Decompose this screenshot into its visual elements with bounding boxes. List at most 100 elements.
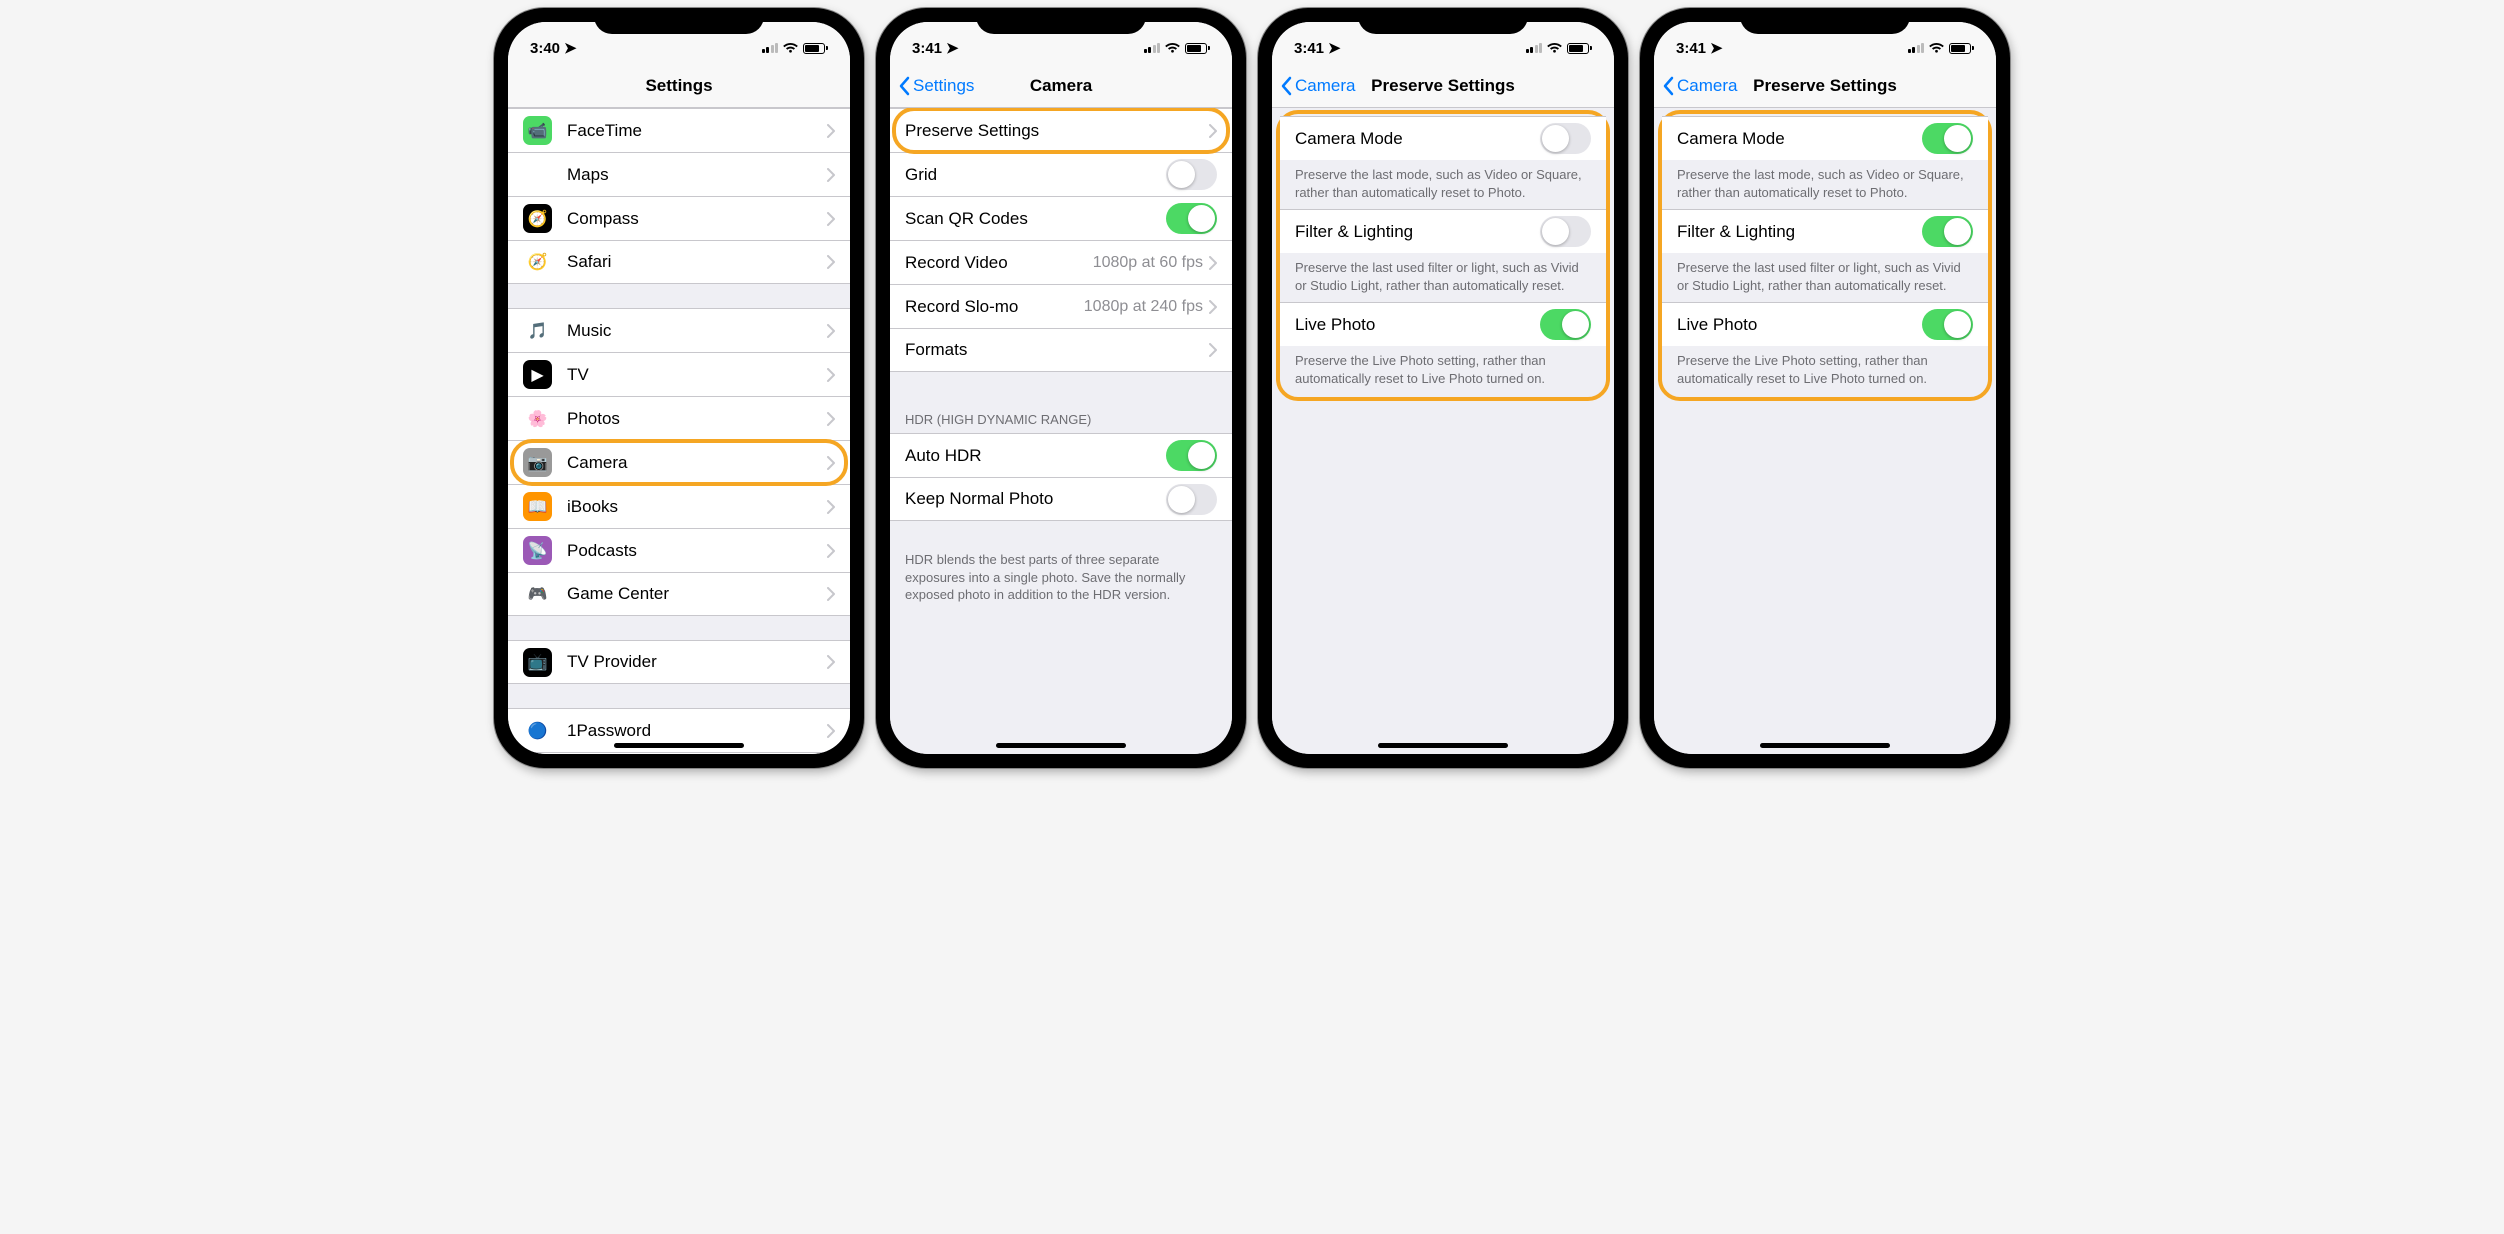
home-indicator[interactable] [996,743,1126,748]
chevron-right-icon [827,655,835,669]
settings-row-maps[interactable]: 🗺 Maps [508,152,850,196]
nav-bar: Camera Preserve Settings [1654,64,1996,108]
camera-row-record-video[interactable]: Record Video1080p at 60 fps [890,240,1232,284]
back-button[interactable]: Settings [898,76,974,96]
chevron-right-icon [827,124,835,138]
section-footer: Preserve the last mode, such as Video or… [1280,160,1606,209]
toggle-switch[interactable] [1540,216,1591,247]
chevron-right-icon [827,324,835,338]
preserve-row-camera-mode[interactable]: Camera Mode [1280,116,1606,160]
row-label: Camera Mode [1295,129,1540,149]
toggle-switch[interactable] [1166,159,1217,190]
home-indicator[interactable] [1760,743,1890,748]
chevron-right-icon [827,587,835,601]
settings-row-camera[interactable]: 📷Camera [508,440,850,484]
nav-title: Settings [645,76,712,96]
row-label: Compass [567,209,827,229]
chevron-left-icon [898,76,910,96]
settings-row-safari[interactable]: 🧭Safari [508,240,850,284]
status-time: 3:41 [1294,40,1324,57]
row-label: Camera Mode [1677,129,1922,149]
toggle-switch[interactable] [1166,484,1217,515]
home-indicator[interactable] [614,743,744,748]
phone-1-settings: 3:40➤ Settings 📹FaceTime🗺Maps🧭Compass🧭Sa… [494,8,864,768]
toggle-switch[interactable] [1922,123,1973,154]
nav-bar: Settings Camera [890,64,1232,108]
camera-row-preserve-settings[interactable]: Preserve Settings [890,108,1232,152]
toggle-switch[interactable] [1922,216,1973,247]
row-label: Live Photo [1677,315,1922,335]
settings-row-game-center[interactable]: 🎮Game Center [508,572,850,616]
settings-row-tv[interactable]: ▶ TV [508,352,850,396]
row-label: Keep Normal Photo [905,489,1166,509]
chevron-right-icon [827,544,835,558]
nav-title: Preserve Settings [1753,76,1897,96]
row-label: Record Slo-mo [905,297,1084,317]
preserve-row-camera-mode[interactable]: Camera Mode [1662,116,1988,160]
hdr-row-keep-normal-photo[interactable]: Keep Normal Photo [890,477,1232,521]
settings-row-photos[interactable]: 🌸Photos [508,396,850,440]
section-footer: Preserve the Live Photo setting, rather … [1280,346,1606,395]
camera-row-formats[interactable]: Formats [890,328,1232,372]
toggle-switch[interactable] [1540,123,1591,154]
chevron-right-icon [827,724,835,738]
settings-row-facetime[interactable]: 📹FaceTime [508,108,850,152]
toggle-switch[interactable] [1166,440,1217,471]
section-footer-hdr: HDR blends the best parts of three separ… [890,545,1232,612]
settings-row-tv-provider[interactable]: 📺TV Provider [508,640,850,684]
preserve-settings-list[interactable]: Camera Mode Preserve the last mode, such … [1654,108,1996,754]
settings-row-ibooks[interactable]: 📖iBooks [508,484,850,528]
row-label: FaceTime [567,121,827,141]
chevron-left-icon [1280,76,1292,96]
notch [976,8,1146,34]
status-time: 3:41 [912,40,942,57]
preserve-row-live-photo[interactable]: Live Photo [1662,302,1988,346]
home-indicator[interactable] [1378,743,1508,748]
row-label: TV [567,365,827,385]
settings-row-9to5mac[interactable]: 🕐9to5Mac [508,752,850,754]
back-button[interactable]: Camera [1280,76,1355,96]
back-button[interactable]: Camera [1662,76,1737,96]
chevron-right-icon [1209,343,1217,357]
wifi-icon [783,43,798,54]
row-label: Maps [567,165,827,185]
preserve-row-filter-lighting[interactable]: Filter & Lighting [1662,209,1988,253]
wifi-icon [1547,43,1562,54]
row-label: Game Center [567,584,827,604]
preserve-row-live-photo[interactable]: Live Photo [1280,302,1606,346]
row-label: Grid [905,165,1166,185]
toggle-switch[interactable] [1166,203,1217,234]
chevron-right-icon [827,368,835,382]
status-time: 3:40 [530,40,560,57]
settings-row-compass[interactable]: 🧭 Compass [508,196,850,240]
settings-list[interactable]: 📹FaceTime 🗺 Maps 🧭 Compass 🧭Safari 🎵Music ▶ TV 🌸P… [508,108,850,754]
signal-icon [1526,43,1543,53]
hdr-row-auto-hdr[interactable]: Auto HDR [890,433,1232,477]
toggle-switch[interactable] [1540,309,1591,340]
settings-row-podcasts[interactable]: 📡Podcasts [508,528,850,572]
preserve-settings-list[interactable]: Camera Mode Preserve the last mode, such … [1272,108,1614,754]
phone-2-camera: 3:41➤ Settings Camera Preserve SettingsG… [876,8,1246,768]
app-icon: ▶ [523,360,552,389]
phone-3-preserve-off: 3:41➤ Camera Preserve Settings Camera Mo… [1258,8,1628,768]
row-label: Safari [567,252,827,272]
notch [594,8,764,34]
camera-row-scan-qr-codes[interactable]: Scan QR Codes [890,196,1232,240]
notch [1740,8,1910,34]
camera-settings-list[interactable]: Preserve SettingsGridScan QR CodesRecord… [890,108,1232,754]
camera-row-record-slo-mo[interactable]: Record Slo-mo1080p at 240 fps [890,284,1232,328]
row-label: Filter & Lighting [1295,222,1540,242]
app-icon: 🧭 [523,204,552,233]
app-icon: 🗺 [523,160,552,189]
app-icon: 📖 [523,492,552,521]
battery-icon [1567,43,1592,54]
section-footer: Preserve the last mode, such as Video or… [1662,160,1988,209]
chevron-right-icon [827,500,835,514]
toggle-switch[interactable] [1922,309,1973,340]
row-detail: 1080p at 60 fps [1093,254,1203,272]
preserve-row-filter-lighting[interactable]: Filter & Lighting [1280,209,1606,253]
notch [1358,8,1528,34]
settings-row-music[interactable]: 🎵Music [508,308,850,352]
row-label: 1Password [567,721,827,741]
camera-row-grid[interactable]: Grid [890,152,1232,196]
